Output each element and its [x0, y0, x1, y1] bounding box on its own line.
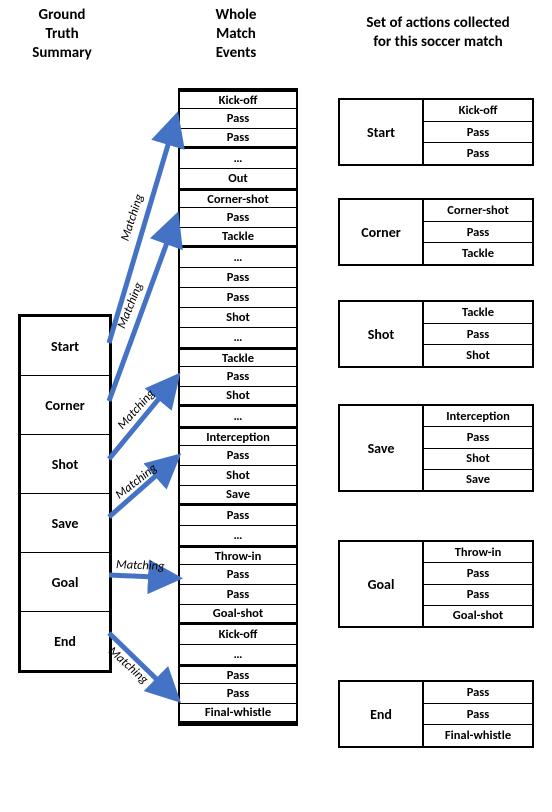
- event-row: Pass: [180, 585, 296, 605]
- event-row: …: [180, 328, 296, 348]
- event-row: Pass: [180, 565, 296, 585]
- matching-label: Matching: [118, 192, 147, 243]
- matching-label: Matching: [114, 386, 158, 432]
- collected-end: EndPassPassFinal-whistle: [338, 680, 534, 748]
- collected-row: Pass: [424, 682, 532, 704]
- collected-shot: ShotTacklePassShot: [338, 300, 534, 368]
- collected-label: Save: [340, 406, 424, 490]
- header-right: Set of actions collected for this soccer…: [338, 14, 538, 52]
- event-row: Pass: [180, 684, 296, 704]
- collected-label: Corner: [340, 200, 424, 264]
- event-row: Pass: [180, 129, 296, 149]
- summary-cell-end: End: [21, 612, 109, 670]
- event-row: Tackle: [180, 228, 296, 248]
- collected-label: Start: [340, 100, 424, 164]
- header-mid: Whole Match Events: [178, 6, 294, 62]
- matching-label: Matching: [105, 644, 151, 688]
- event-row: Corner-shot: [180, 188, 296, 208]
- matching-label: Matching: [114, 280, 146, 331]
- header-left: Ground Truth Summary: [18, 6, 106, 62]
- collected-row: Shot: [424, 449, 532, 470]
- collected-row: Final-whistle: [424, 725, 532, 746]
- collected-row: Goal-shot: [424, 606, 532, 626]
- event-row: Pass: [180, 367, 296, 387]
- event-row: Pass: [180, 506, 296, 526]
- collected-corner: CornerCorner-shotPassTackle: [338, 198, 534, 266]
- event-row: …: [180, 407, 296, 427]
- event-row: Save: [180, 486, 296, 506]
- event-row: Pass: [180, 109, 296, 129]
- event-row: Pass: [180, 288, 296, 308]
- collected-row: Save: [424, 470, 532, 490]
- summary-cell-goal: Goal: [21, 553, 109, 612]
- event-row: …: [180, 149, 296, 169]
- event-row: Tackle: [180, 347, 296, 367]
- collected-goal: GoalThrow-inPassPassGoal-shot: [338, 540, 534, 628]
- collected-start: StartKick-offPassPass: [338, 98, 534, 166]
- matching-label: Matching: [113, 461, 160, 503]
- collected-label: Goal: [340, 542, 424, 626]
- event-row: Shot: [180, 387, 296, 407]
- event-row: Shot: [180, 308, 296, 328]
- event-row: Pass: [180, 664, 296, 684]
- collected-label: End: [340, 682, 424, 746]
- summary-cell-shot: Shot: [21, 435, 109, 494]
- collected-save: SaveInterceptionPassShotSave: [338, 404, 534, 492]
- collected-row: Pass: [424, 324, 532, 346]
- event-row: Pass: [180, 446, 296, 466]
- event-row: Final-whistle: [180, 704, 296, 724]
- event-row: Out: [180, 169, 296, 189]
- event-row: Throw-in: [180, 545, 296, 565]
- event-row: …: [180, 645, 296, 665]
- event-row: Interception: [180, 426, 296, 446]
- collected-row: Pass: [424, 704, 532, 726]
- ground-truth-summary: StartCornerShotSaveGoalEnd: [18, 314, 112, 673]
- collected-row: Corner-shot: [424, 200, 532, 222]
- event-row: …: [180, 526, 296, 546]
- collected-row: Kick-off: [424, 100, 532, 122]
- collected-row: Pass: [424, 585, 532, 606]
- collected-row: Pass: [424, 143, 532, 164]
- collected-row: Pass: [424, 427, 532, 448]
- collected-row: Throw-in: [424, 542, 532, 563]
- collected-row: Pass: [424, 122, 532, 144]
- event-row: Shot: [180, 466, 296, 486]
- collected-row: Tackle: [424, 302, 532, 324]
- summary-cell-start: Start: [21, 317, 109, 376]
- event-row: Pass: [180, 208, 296, 228]
- collected-row: Pass: [424, 563, 532, 584]
- event-row: Kick-off: [180, 89, 296, 109]
- event-row: Pass: [180, 268, 296, 288]
- collected-label: Shot: [340, 302, 424, 366]
- summary-cell-save: Save: [21, 494, 109, 553]
- summary-cell-corner: Corner: [21, 376, 109, 435]
- event-row: Goal-shot: [180, 605, 296, 625]
- collected-row: Interception: [424, 406, 532, 427]
- event-row: …: [180, 248, 296, 268]
- matching-label: Matching: [116, 557, 165, 574]
- collected-row: Pass: [424, 222, 532, 244]
- collected-row: Tackle: [424, 243, 532, 264]
- collected-row: Shot: [424, 345, 532, 366]
- event-row: Kick-off: [180, 625, 296, 645]
- whole-match-events: Kick-offPassPass…OutCorner-shotPassTackl…: [178, 88, 298, 726]
